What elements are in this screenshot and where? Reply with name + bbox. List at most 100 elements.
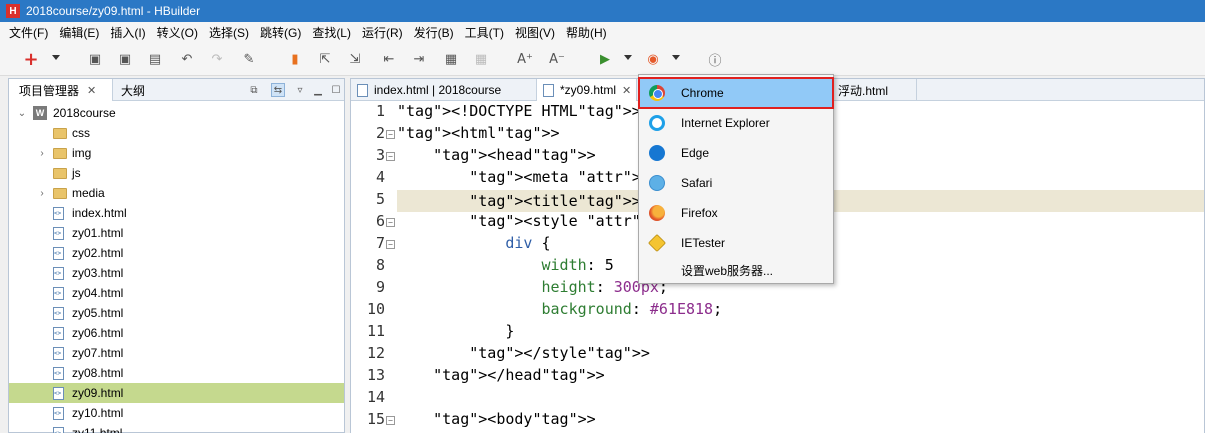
tab-zy09-html[interactable]: *zy09.html ✕ (537, 79, 637, 101)
fold-toggle-icon[interactable]: − (386, 152, 395, 161)
jump-icon[interactable]: ⇱ (316, 50, 334, 68)
bookmark-icon[interactable]: ▮ (286, 50, 304, 68)
line-number: 2 (375, 124, 385, 142)
code-text: div { (505, 234, 551, 252)
font-decrease-icon[interactable]: A⁻ (548, 50, 566, 68)
tree-file[interactable]: zy11.html (9, 423, 344, 433)
menu-tools[interactable]: 工具(T) (460, 24, 510, 41)
menu-goto[interactable]: 跳转(G) (255, 24, 307, 41)
code-line[interactable]: 13 "tag"></head"tag">> (351, 366, 1204, 388)
prev-edit-icon[interactable]: ⇤ (380, 50, 398, 68)
chevron-down-icon[interactable]: ⌄ (17, 108, 27, 119)
undo-icon[interactable]: ↶ (178, 50, 196, 68)
code-line[interactable]: 14 (351, 388, 1204, 410)
tab-outline[interactable]: 大纲 (121, 79, 145, 101)
fold-toggle-icon[interactable]: − (386, 130, 395, 139)
chevron-right-icon[interactable]: › (37, 148, 47, 159)
close-icon[interactable]: ✕ (622, 84, 631, 97)
tab-outline-label: 大纲 (121, 83, 146, 98)
fold-toggle-icon[interactable]: − (386, 218, 395, 227)
close-icon[interactable]: ✕ (87, 84, 96, 97)
run-dropdown-arrow-icon[interactable] (624, 55, 632, 60)
tree-item-label: zy03.html (72, 266, 124, 280)
tab-float-html[interactable]: 浮动.html (833, 79, 917, 101)
fold-toggle-icon[interactable]: − (386, 240, 395, 249)
font-increase-icon[interactable]: A⁺ (516, 50, 534, 68)
format-icon[interactable]: ✎ (240, 50, 258, 68)
line-number: 8 (375, 256, 385, 274)
uncomment-icon[interactable]: ▦ (472, 50, 490, 68)
tree-file[interactable]: zy05.html (9, 303, 344, 323)
menu-help[interactable]: 帮助(H) (561, 24, 613, 41)
menu-escape[interactable]: 转义(O) (152, 24, 204, 41)
tree-file[interactable]: zy03.html (9, 263, 344, 283)
comment-icon[interactable]: ▦ (442, 50, 460, 68)
code-text: "tag"></head"tag">> (433, 366, 605, 384)
browser-menu-item[interactable]: Safari (639, 168, 833, 198)
save-icon[interactable]: ▣ (86, 50, 104, 68)
edge-icon (649, 145, 665, 161)
menu-edit[interactable]: 编辑(E) (54, 24, 105, 41)
code-text: "tag"><html"tag">> (397, 124, 560, 142)
tree-file[interactable]: index.html (9, 203, 344, 223)
view-menu-icon[interactable]: ▿ (293, 83, 307, 97)
browser-menu-item[interactable]: Chrome (638, 77, 834, 109)
tree-file[interactable]: zy02.html (9, 243, 344, 263)
tree-folder[interactable]: css (9, 123, 344, 143)
redo-icon[interactable]: ↷ (208, 50, 226, 68)
tree-file[interactable]: zy06.html (9, 323, 344, 343)
link-editor-icon[interactable]: ⇆ (271, 83, 285, 97)
code-line[interactable]: 12 "tag"></style"tag">> (351, 344, 1204, 366)
maximize-icon[interactable]: ☐ (329, 83, 343, 97)
menu-publish[interactable]: 发行(B) (409, 24, 460, 41)
tree-folder[interactable]: › media (9, 183, 344, 203)
line-number: 1 (375, 102, 385, 120)
menu-view[interactable]: 视图(V) (510, 24, 561, 41)
menu-run[interactable]: 运行(R) (357, 24, 409, 41)
ie-icon (649, 115, 665, 131)
new-dropdown-arrow-icon[interactable] (52, 55, 60, 60)
fold-toggle-icon[interactable]: − (386, 416, 395, 425)
tab-index-html[interactable]: index.html | 2018course (351, 79, 537, 101)
browser-menu-item[interactable]: Firefox (639, 198, 833, 228)
save-all-icon[interactable]: ▣ (116, 50, 134, 68)
tree-project[interactable]: ⌄ W 2018course (9, 103, 344, 123)
menu-insert[interactable]: 插入(I) (105, 24, 151, 41)
line-number: 13 (366, 366, 385, 384)
tree-file[interactable]: zy04.html (9, 283, 344, 303)
chevron-right-icon[interactable]: › (37, 188, 47, 199)
code-line[interactable]: 11 } (351, 322, 1204, 344)
code-line[interactable]: 10 background: #61E818; (351, 300, 1204, 322)
tree-folder[interactable]: js (9, 163, 344, 183)
tree-folder[interactable]: › img (9, 143, 344, 163)
tree-file[interactable]: zy01.html (9, 223, 344, 243)
browser-dropdown-arrow-icon[interactable] (672, 55, 680, 60)
browser-menu-item[interactable]: IETester (639, 228, 833, 258)
close-file-icon[interactable]: ▤ (146, 50, 164, 68)
browser-menu-item[interactable]: Edge (639, 138, 833, 168)
browser-menu-item[interactable]: 设置web服务器... (639, 258, 833, 282)
new-icon[interactable]: + (22, 49, 40, 70)
info-icon[interactable]: ⓘ (706, 50, 724, 69)
code-line[interactable]: 15− "tag"><body"tag">> (351, 410, 1204, 432)
jump-back-icon[interactable]: ⇲ (346, 50, 364, 68)
menu-find[interactable]: 查找(L) (307, 24, 357, 41)
menu-select[interactable]: 选择(S) (204, 24, 255, 41)
browser-menu-item[interactable]: Internet Explorer (639, 108, 833, 138)
menu-file[interactable]: 文件(F) (4, 24, 54, 41)
tab-project-manager[interactable]: 项目管理器 ✕ (9, 79, 113, 101)
next-edit-icon[interactable]: ⇥ (410, 50, 428, 68)
minimize-icon[interactable]: ▁ (311, 83, 325, 97)
browser-icon[interactable]: ◉ (644, 50, 662, 68)
tree-file[interactable]: zy07.html (9, 343, 344, 363)
tree-file[interactable]: zy09.html (9, 383, 344, 403)
ietester-icon (647, 233, 667, 253)
run-icon[interactable]: ▶ (596, 50, 614, 68)
code-text: "tag"><body"tag">> (433, 410, 596, 428)
tree-file[interactable]: zy08.html (9, 363, 344, 383)
firefox-icon (649, 205, 665, 221)
browser-menu-label: 设置web服务器... (681, 263, 774, 278)
tree-file[interactable]: zy10.html (9, 403, 344, 423)
collapse-all-icon[interactable]: ⧉ (247, 83, 261, 97)
browser-menu-label: Chrome (681, 86, 724, 100)
